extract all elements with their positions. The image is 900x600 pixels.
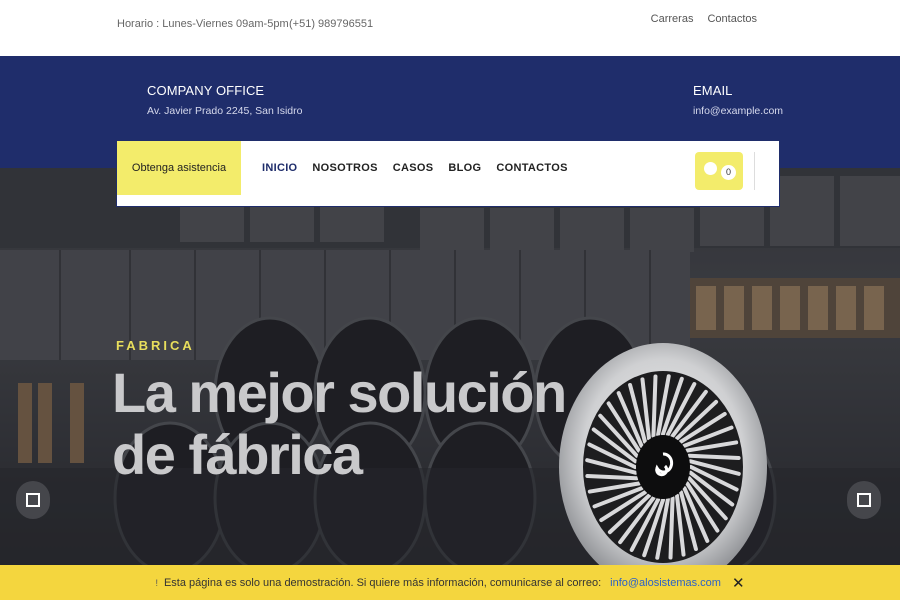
demo-message: Esta página es solo una demostración. Si… [163,576,602,589]
careers-link[interactable]: Carreras [651,13,694,25]
main-nav: Obtenga asistencia INICIO NOSOTROS CASOS… [116,140,780,207]
next-icon [857,493,871,507]
turbine-blade [668,496,675,560]
hero-kicker: FABRICA [116,338,195,353]
office-address: Av. Javier Prado 2245, San Isidro [147,105,303,117]
nav-divider [754,152,755,190]
cart-count: 0 [721,165,736,180]
slider-prev-button[interactable] [16,481,50,519]
get-assistance-button[interactable]: Obtenga asistencia [117,141,241,195]
office-title: COMPANY OFFICE [147,83,265,98]
turbine-blade [651,374,658,438]
nav-item-blog[interactable]: BLOG [448,162,481,174]
nav-item-nosotros[interactable]: NOSOTROS [312,162,377,174]
email-title: EMAIL [693,83,733,98]
hero-headline: La mejor solución de fábrica [112,362,572,486]
cart-icon [704,162,717,175]
email-value[interactable]: info@example.com [693,105,783,117]
close-icon[interactable]: ✕ [732,574,745,592]
contacts-link[interactable]: Contactos [707,13,757,25]
company-email: EMAIL info@example.com [693,83,783,117]
prev-icon [26,493,40,507]
top-links: Carreras Contactos [651,13,757,25]
slider-next-button[interactable] [847,481,881,519]
nav-item-contactos[interactable]: CONTACTOS [496,162,567,174]
turbine-image [559,343,767,582]
headline-line-2: de fábrica [112,423,363,486]
cart-button[interactable]: 0 [695,152,743,190]
nav-item-inicio[interactable]: INICIO [262,162,297,174]
nav-item-casos[interactable]: CASOS [393,162,434,174]
warning-icon: ! [155,577,158,588]
phone-number[interactable]: (+51) 989796551 [289,18,373,30]
turbine-blade [585,474,639,481]
demo-notice-banner: ! Esta página es solo una demostración. … [0,565,900,600]
demo-contact-email[interactable]: info@alosistemas.com [610,577,721,589]
top-bar: Horario : Lunes-Viernes 09am-5pm (+51) 9… [0,0,900,56]
headline-line-1: La mejor solución [112,361,567,424]
nav-menu: INICIO NOSOTROS CASOS BLOG CONTACTOS [262,162,568,174]
company-office: COMPANY OFFICE Av. Javier Prado 2245, Sa… [147,83,302,117]
business-hours: Horario : Lunes-Viernes 09am-5pm [117,18,289,30]
turbine-blade [687,453,741,460]
